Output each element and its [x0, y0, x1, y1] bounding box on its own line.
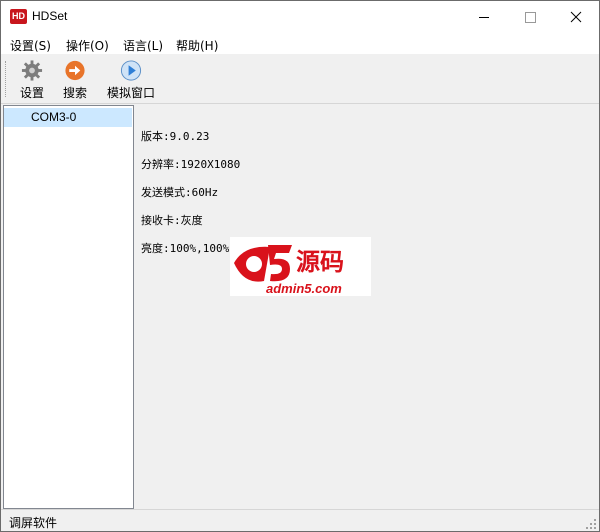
- play-icon: [120, 60, 142, 81]
- toolbar: 设置 搜索 模拟窗口: [1, 55, 599, 104]
- app-window: HD HDSet 设置(S) 操作(O) 语言(L) 帮助(H) 设置 搜索 模…: [0, 0, 600, 532]
- simulate-window-button[interactable]: 模拟窗口: [107, 59, 155, 101]
- menu-settings[interactable]: 设置(S): [10, 37, 51, 54]
- search-button[interactable]: 搜索: [63, 59, 87, 101]
- settings-button[interactable]: 设置: [20, 59, 44, 101]
- tree-item-label: COM3-0: [31, 110, 77, 124]
- settings-label: 设置: [20, 86, 45, 100]
- tree-item-com3[interactable]: COM3-0: [4, 108, 132, 127]
- close-icon: [570, 11, 582, 23]
- menu-operation[interactable]: 操作(O): [66, 37, 109, 54]
- minimize-icon: [479, 16, 489, 18]
- brightness-text: 亮度:100%,100%: [141, 242, 230, 255]
- maximize-button[interactable]: [507, 1, 553, 33]
- minimize-button[interactable]: [461, 1, 507, 33]
- svg-text:源码: 源码: [296, 248, 344, 276]
- svg-text:admin5.com: admin5.com: [266, 281, 342, 296]
- status-bar: 调屏软件: [1, 509, 599, 531]
- menu-help[interactable]: 帮助(H): [176, 37, 218, 54]
- menu-bar: 设置(S) 操作(O) 语言(L) 帮助(H): [1, 33, 599, 54]
- search-label: 搜索: [63, 86, 88, 100]
- gear-icon: [21, 60, 43, 81]
- receiver-card-text: 接收卡:灰度: [141, 214, 203, 227]
- app-icon: HD: [10, 9, 27, 24]
- arrow-right-icon: [65, 60, 85, 81]
- version-text: 版本:9.0.23: [141, 130, 210, 143]
- menu-language[interactable]: 语言(L): [123, 37, 163, 54]
- close-button[interactable]: [553, 1, 599, 33]
- maximize-icon: [524, 11, 536, 23]
- watermark-logo: 源码 admin5.com: [230, 237, 371, 296]
- simulate-window-label: 模拟窗口: [107, 86, 156, 100]
- toolbar-grip[interactable]: [5, 61, 8, 97]
- device-tree[interactable]: COM3-0: [3, 105, 134, 509]
- resize-grip-icon[interactable]: [585, 518, 597, 530]
- a5-logo-icon: 源码 admin5.com: [230, 237, 371, 296]
- window-title: HDSet: [32, 9, 68, 23]
- send-mode-text: 发送模式:60Hz: [141, 186, 219, 199]
- title-bar[interactable]: HD HDSet: [1, 1, 599, 33]
- resolution-text: 分辨率:1920X1080: [141, 158, 241, 171]
- status-text: 调屏软件: [9, 516, 58, 530]
